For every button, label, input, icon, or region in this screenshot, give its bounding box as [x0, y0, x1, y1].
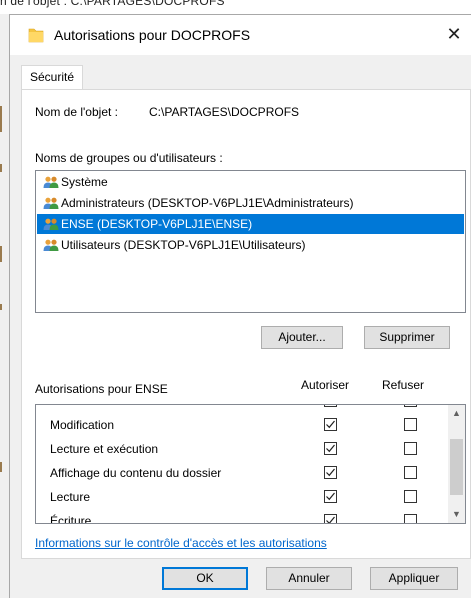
permission-name: Écriture — [50, 514, 92, 524]
user-group-icon — [43, 218, 59, 230]
deny-checkbox[interactable] — [404, 405, 417, 407]
user-group-icon — [43, 176, 59, 188]
background-mark — [0, 246, 2, 262]
deny-checkbox[interactable] — [404, 466, 417, 479]
permission-name: Lecture — [50, 490, 91, 504]
add-button-label: Ajouter... — [278, 330, 326, 344]
check-icon — [326, 492, 335, 501]
allow-column-header: Autoriser — [301, 378, 350, 392]
check-icon — [326, 516, 335, 523]
group-list-item[interactable]: Utilisateurs (DESKTOP-V6PLJ1E\Utilisateu… — [37, 235, 464, 255]
allow-checkbox[interactable] — [324, 405, 337, 407]
remove-button-label: Supprimer — [379, 330, 435, 344]
group-list-item[interactable]: Administrateurs (DESKTOP-V6PLJ1E\Adminis… — [37, 193, 464, 213]
group-list-item[interactable]: Système — [37, 172, 464, 192]
tab-security[interactable]: Sécurité — [21, 65, 83, 90]
permissions-dialog: Autorisations pour DOCPROFS ✕ Sécurité N… — [9, 14, 471, 598]
deny-checkbox[interactable] — [404, 418, 417, 431]
deny-checkbox[interactable] — [404, 490, 417, 503]
object-name-value: C:\PARTAGES\DOCPROFS — [149, 105, 300, 119]
permission-name: Lecture et exécution — [50, 442, 159, 456]
background-partial-text: n de l'objet : C:\PARTAGES\DOCPROFS — [0, 0, 225, 8]
check-icon — [326, 444, 335, 453]
tab-security-label: Sécurité — [29, 70, 75, 84]
permissions-for-label: Autorisations pour ENSE — [35, 382, 168, 396]
deny-checkbox[interactable] — [404, 442, 417, 455]
permissions-scrollbar[interactable]: ▲ ▼ — [448, 405, 465, 523]
group-list-item-label: ENSE (DESKTOP-V6PLJ1E\ENSE) — [61, 217, 253, 231]
scroll-up-icon[interactable]: ▲ — [448, 405, 465, 422]
groups-list[interactable]: Système Administrateurs (DESKTOP-V6PLJ1E\… — [35, 170, 466, 313]
cancel-button-label: Annuler — [288, 571, 330, 585]
background-mark — [0, 462, 2, 472]
ok-button[interactable]: OK — [162, 567, 248, 590]
close-button[interactable]: ✕ — [441, 21, 467, 47]
group-list-item-label: Utilisateurs (DESKTOP-V6PLJ1E\Utilisateu… — [61, 238, 306, 252]
background-mark — [0, 106, 2, 132]
scroll-down-icon[interactable]: ▼ — [448, 506, 465, 523]
permission-row: Modification — [36, 413, 446, 437]
apply-button-label: Appliquer — [388, 571, 440, 585]
background-mark — [0, 164, 2, 172]
permission-row: Lecture — [36, 485, 446, 509]
group-list-item[interactable]: ENSE (DESKTOP-V6PLJ1E\ENSE) — [37, 214, 464, 234]
permission-name: Modification — [50, 418, 115, 432]
background-mark — [0, 304, 2, 310]
group-list-item-label: Système — [61, 175, 108, 189]
allow-checkbox[interactable] — [324, 490, 337, 503]
title-bar: Autorisations pour DOCPROFS ✕ — [10, 15, 471, 55]
group-list-item-label: Administrateurs (DESKTOP-V6PLJ1E\Adminis… — [61, 196, 354, 210]
deny-column-header: Refuser — [382, 378, 425, 392]
background-left-strip — [0, 14, 9, 598]
add-button[interactable]: Ajouter... — [261, 326, 343, 349]
allow-checkbox[interactable] — [324, 442, 337, 455]
cancel-button[interactable]: Annuler — [266, 567, 352, 590]
permission-row: Écriture — [36, 509, 446, 524]
scroll-thumb[interactable] — [450, 439, 463, 495]
apply-button[interactable]: Appliquer — [370, 567, 458, 590]
access-control-info-link[interactable]: Informations sur le contrôle d'accès et … — [35, 536, 327, 550]
permission-name: Affichage du contenu du dossier — [50, 466, 222, 480]
permission-row: Affichage du contenu du dossier — [36, 461, 446, 485]
close-icon: ✕ — [446, 24, 462, 44]
deny-checkbox[interactable] — [404, 514, 417, 523]
check-icon — [326, 420, 335, 429]
dialog-title: Autorisations pour DOCPROFS — [54, 27, 251, 43]
object-name-label: Nom de l'objet : — [35, 105, 118, 119]
permission-row: Contrôle total — [36, 405, 446, 413]
permissions-list: Contrôle total Modification Lecture et exé… — [35, 404, 466, 524]
background-window-fragment: n de l'objet : C:\PARTAGES\DOCPROFS — [0, 0, 471, 14]
ok-button-label: OK — [196, 571, 214, 585]
check-icon — [326, 468, 335, 477]
permission-name: Contrôle total — [50, 405, 121, 408]
groups-label: Noms de groupes ou d'utilisateurs : — [35, 151, 223, 165]
user-group-icon — [43, 197, 59, 209]
allow-checkbox[interactable] — [324, 418, 337, 431]
user-group-icon — [43, 239, 59, 251]
security-panel: Nom de l'objet : C:\PARTAGES\DOCPROFS No… — [21, 89, 471, 559]
allow-checkbox[interactable] — [324, 466, 337, 479]
allow-checkbox[interactable] — [324, 514, 337, 523]
folder-icon — [28, 28, 44, 43]
remove-button[interactable]: Supprimer — [364, 326, 450, 349]
permission-row: Lecture et exécution — [36, 437, 446, 461]
